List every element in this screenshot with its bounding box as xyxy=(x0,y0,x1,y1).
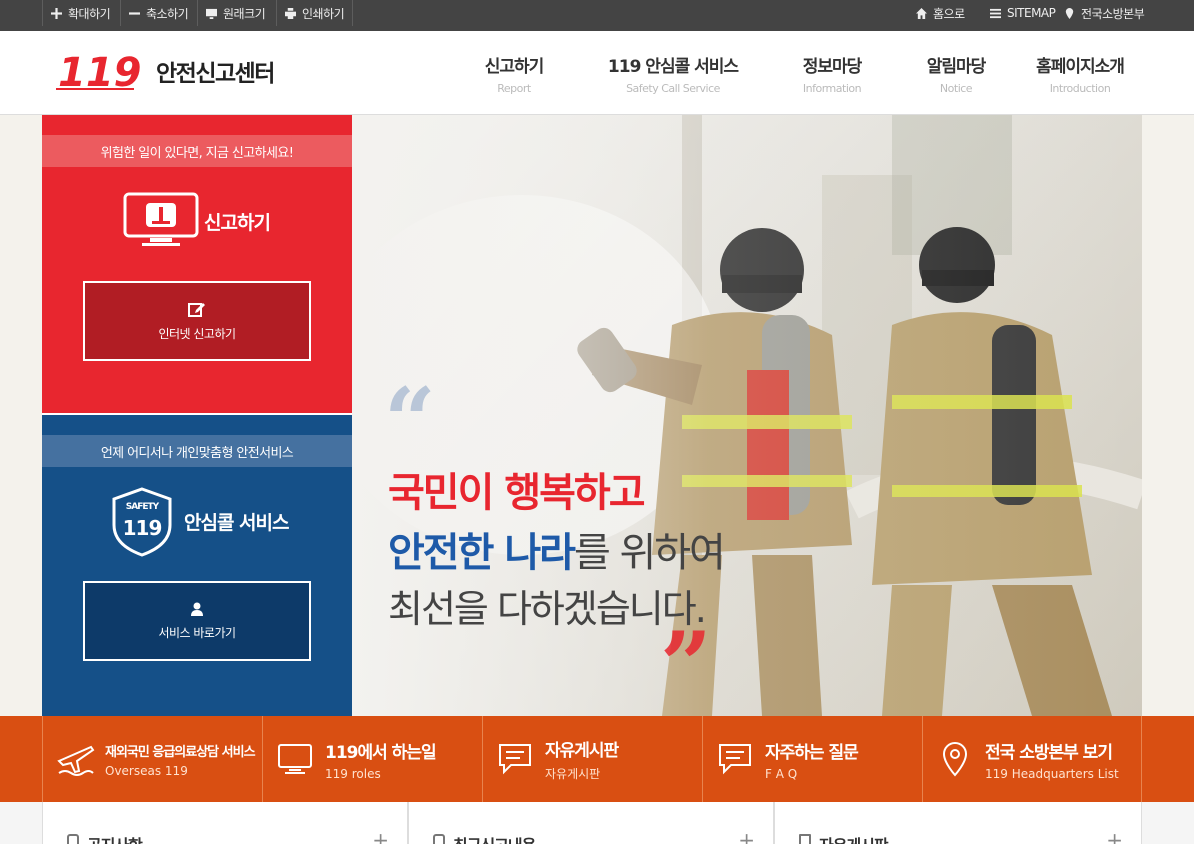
safety-title-row: SAFETY 119 안심콜 서비스 xyxy=(102,485,289,557)
hero-line-1: 국민이 행복하고 xyxy=(388,470,646,516)
nav-safety-call[interactable]: 119 안심콜 서비스 Safety Call Service xyxy=(600,52,746,95)
chat-bubble-icon xyxy=(495,739,535,779)
phone-icon xyxy=(67,834,79,844)
home-link[interactable]: 홈으로 xyxy=(916,0,965,26)
safety-119-badge-icon: SAFETY 119 xyxy=(112,487,172,557)
report-title-row: 신고하기 xyxy=(122,191,271,251)
hero-open-quote: “ xyxy=(384,368,436,474)
nav-information[interactable]: 정보마당 Information xyxy=(792,52,872,95)
zoom-in-button[interactable]: 확대하기 xyxy=(42,0,111,26)
svg-text:119: 119 xyxy=(58,50,142,94)
sitemap-link[interactable]: SITEMAP xyxy=(990,0,1056,26)
siren-monitor-icon xyxy=(123,192,199,246)
board-free: 자유게시판 + xyxy=(774,802,1142,844)
monitor-icon xyxy=(275,739,315,779)
svg-text:SAFETY: SAFETY xyxy=(126,502,160,512)
plus-icon xyxy=(51,7,62,19)
monitor-icon xyxy=(206,8,217,19)
location-pin-icon xyxy=(1065,7,1074,19)
logo-119-mark: 119 xyxy=(56,50,142,94)
quicklink-faq[interactable]: 자주하는 질문 F A Q xyxy=(702,716,922,802)
service-shortcut-button[interactable]: 서비스 바로가기 xyxy=(83,581,311,661)
list-icon xyxy=(990,8,1001,18)
quicklink-hq-list[interactable]: 전국 소방본부 보기 119 Headquarters List xyxy=(922,716,1142,802)
more-plus-icon[interactable]: + xyxy=(1106,828,1123,844)
chat-bubble-icon xyxy=(715,739,755,779)
quicklink-overseas[interactable]: 재외국민 응급의료상담 서비스 Overseas 119 xyxy=(42,716,262,802)
safety-call-panel: 언제 어디서나 개인맞춤형 안전서비스 SAFETY 119 안심콜 서비스 서… xyxy=(42,415,352,716)
phone-icon xyxy=(433,834,445,844)
location-pin-icon xyxy=(935,739,975,779)
report-banner: 위험한 일이 있다면, 지금 신고하세요! xyxy=(42,135,352,167)
hero-line-2: 안전한 나라를 위하여 xyxy=(388,530,726,576)
safety-banner: 언제 어디서나 개인맞춤형 안전서비스 xyxy=(42,435,352,467)
report-panel: 위험한 일이 있다면, 지금 신고하세요! 신고하기 인터넷 신고하기 xyxy=(42,115,352,413)
report-title: 신고하기 xyxy=(204,211,271,234)
safety-title: 안심콜 서비스 xyxy=(184,511,289,534)
more-plus-icon[interactable]: + xyxy=(372,828,389,844)
print-button[interactable]: 인쇄하기 xyxy=(276,0,354,26)
minus-icon xyxy=(129,11,140,15)
hero-close-quote: ” xyxy=(660,612,712,718)
quicklink-119-roles[interactable]: 119에서 하는일 119 roles xyxy=(262,716,482,802)
edit-icon xyxy=(188,302,205,317)
site-title: 안전신고센터 xyxy=(156,61,275,87)
utility-bar: 확대하기 축소하기 원래크기 인쇄하기 홈으로 SITEMAP 전국소방본부 xyxy=(0,0,1194,31)
quicklink-free-board[interactable]: 자유게시판 자유게시판 xyxy=(482,716,702,802)
nav-report[interactable]: 신고하기 Report xyxy=(476,52,552,95)
hq-link[interactable]: 전국소방본부 xyxy=(1064,0,1145,26)
original-size-button[interactable]: 원래크기 xyxy=(197,0,266,26)
nav-notice[interactable]: 알림마당 Notice xyxy=(916,52,996,95)
hero-margin-right xyxy=(1142,115,1194,716)
more-plus-icon[interactable]: + xyxy=(738,828,755,844)
site-logo[interactable]: 119 안전신고센터 xyxy=(56,48,275,94)
document-icon xyxy=(799,834,811,844)
home-icon xyxy=(916,7,927,19)
internet-report-button[interactable]: 인터넷 신고하기 xyxy=(83,281,311,361)
printer-icon xyxy=(285,7,296,19)
zoom-out-button[interactable]: 축소하기 xyxy=(120,0,189,26)
hero-line-3: 최선을 다하겠습니다. xyxy=(388,587,707,631)
user-icon xyxy=(191,602,203,616)
hero-margin-left xyxy=(0,115,42,716)
board-notice: 공지사항 + xyxy=(42,802,408,844)
airplane-icon xyxy=(55,739,95,779)
svg-text:119: 119 xyxy=(123,516,162,540)
nav-introduction[interactable]: 홈페이지소개 Introduction xyxy=(1026,52,1134,95)
board-recent-reports: 최근신고내용 + xyxy=(408,802,774,844)
